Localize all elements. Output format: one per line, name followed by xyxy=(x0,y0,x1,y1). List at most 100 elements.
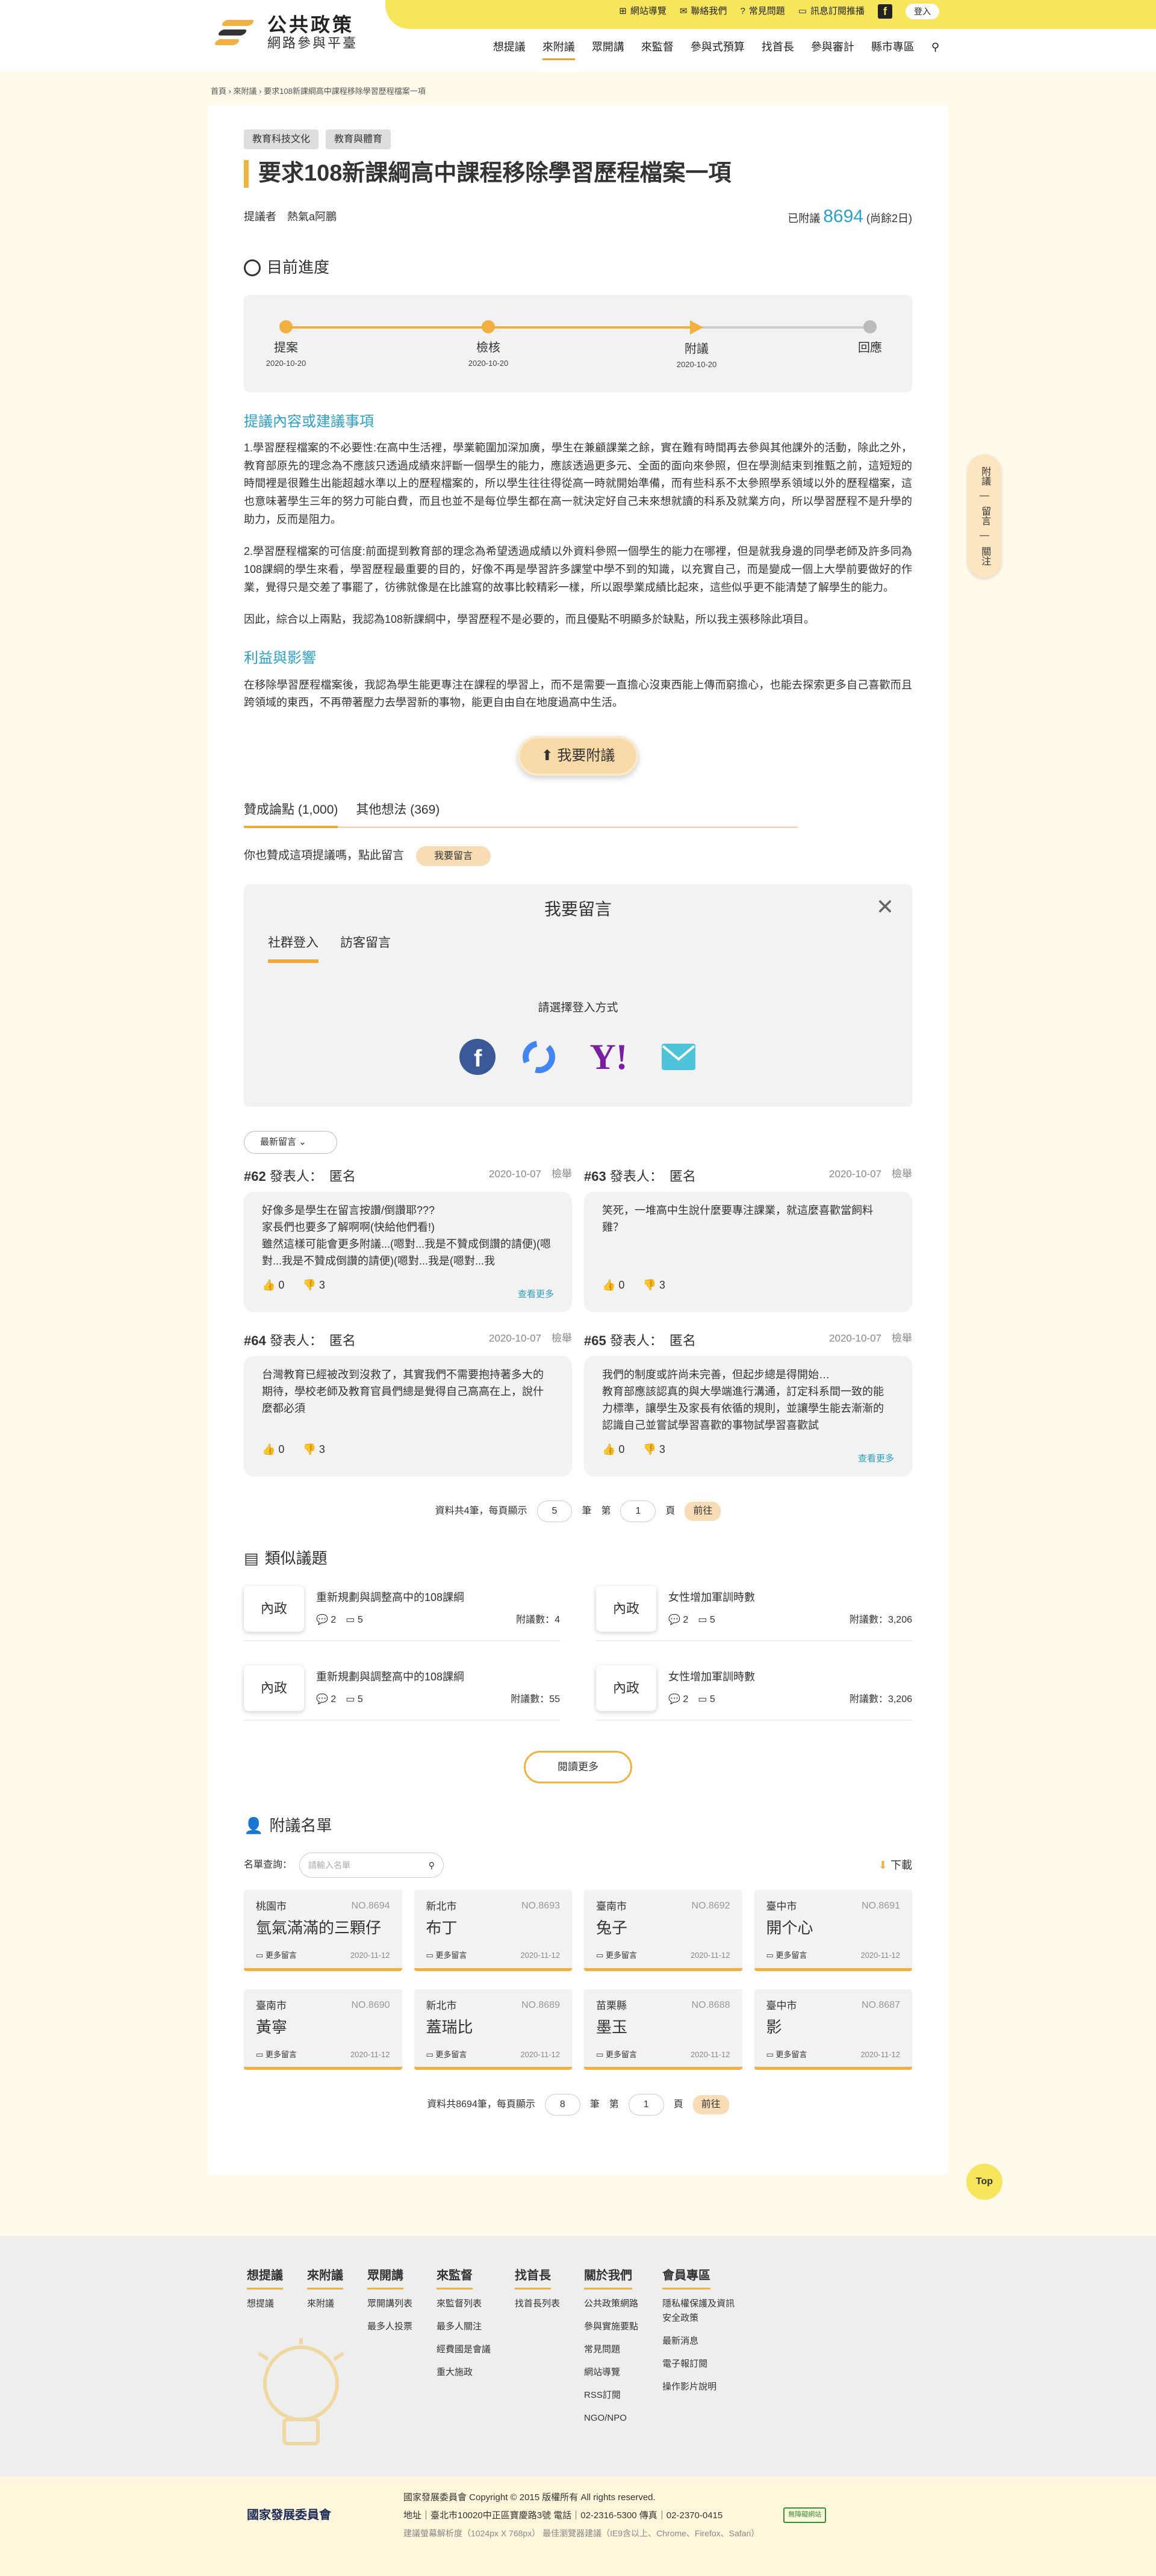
util-sitemap-link[interactable]: ⊞ 網站導覽 xyxy=(619,4,667,19)
dislike-button[interactable]: 👎 3 xyxy=(302,1277,325,1294)
footer-link[interactable]: NGO/NPO xyxy=(584,2411,638,2426)
breadcrumb[interactable]: 首頁 › 來附議 › 要求108新課綱高中課程移除學習歷程檔案一項 xyxy=(211,72,945,105)
nav-budget[interactable]: 參與式預算 xyxy=(691,39,745,60)
nav-mayor[interactable]: 找首長 xyxy=(762,39,794,60)
ndc-logo[interactable]: 國家發展委員會 xyxy=(247,2506,379,2525)
side-endorse[interactable]: 附議 xyxy=(978,466,991,486)
page-size-select[interactable]: 5 xyxy=(536,1500,573,1523)
footer-link[interactable]: 找首長列表 xyxy=(515,2297,560,2311)
nav-county[interactable]: 縣市專區 xyxy=(871,39,915,60)
signer-grid: 桃園市 NO.8694 氫氣滿滿的三顆仔 ▭ 更多留言 2020-11-12 新北市 NO… xyxy=(244,1890,912,2070)
similar-item[interactable]: 內政 重新規劃與調整高中的108課綱 💬 2 ▭ 5 附議數：55 xyxy=(244,1665,560,1721)
dislike-button[interactable]: 👎 3 xyxy=(642,1277,665,1294)
download-button[interactable]: ⬇ 下載 xyxy=(878,1857,912,1874)
signer-search-input[interactable]: 請輸入名單 ⚲ xyxy=(299,1853,444,1878)
similar-item[interactable]: 內政 女性增加軍訓時數 💬 2 ▭ 5 附議數：3,206 xyxy=(596,1665,912,1721)
go-button[interactable]: 前往 xyxy=(685,1502,721,1522)
email-login-icon[interactable] xyxy=(657,1035,700,1079)
footer-link[interactable]: 想提議 xyxy=(247,2297,283,2311)
signer-card: 桃園市 NO.8694 氫氣滿滿的三顆仔 ▭ 更多留言 2020-11-12 xyxy=(244,1890,402,1971)
page-input[interactable]: 1 xyxy=(628,2094,664,2116)
footer-link[interactable]: 來監督列表 xyxy=(437,2297,491,2311)
nav-propose[interactable]: 想提議 xyxy=(493,39,526,60)
more-comment-link[interactable]: ▭ 更多留言 xyxy=(256,1949,297,1962)
more-comment-link[interactable]: ▭ 更多留言 xyxy=(426,1949,467,1962)
similar-list: 內政 重新規劃與調整高中的108課綱 💬 2 ▭ 5 附議數：4 內政 女性增加軍訓時數… xyxy=(244,1585,912,1721)
search-icon[interactable]: ⚲ xyxy=(931,39,939,60)
footer-link[interactable]: 最多人關注 xyxy=(437,2320,491,2334)
sort-select[interactable]: 最新留言 ⌄ xyxy=(244,1131,337,1154)
read-more-button[interactable]: 閱讀更多 xyxy=(524,1750,632,1783)
footer-link[interactable]: 參與實施要點 xyxy=(584,2320,638,2334)
tab-support[interactable]: 贊成論點 (1,000) xyxy=(244,800,338,828)
footer-link[interactable]: 重大施政 xyxy=(437,2365,491,2380)
yahoo-login-icon[interactable]: Y! xyxy=(579,1035,639,1079)
nav-audit[interactable]: 參與審計 xyxy=(811,39,854,60)
facebook-icon[interactable]: f xyxy=(878,4,892,19)
page-input[interactable]: 1 xyxy=(620,1500,656,1523)
read-more-link[interactable]: 查看更多 xyxy=(518,1287,554,1301)
footer-link[interactable]: 眾開講列表 xyxy=(367,2297,412,2311)
google-login-icon[interactable] xyxy=(517,1035,561,1079)
like-button[interactable]: 👍 0 xyxy=(602,1277,624,1294)
footer-link[interactable]: RSS訂閱 xyxy=(584,2388,638,2403)
tab-social-login[interactable]: 社群登入 xyxy=(268,933,319,963)
similar-item[interactable]: 內政 重新規劃與調整高中的108課綱 💬 2 ▭ 5 附議數：4 xyxy=(244,1585,560,1641)
side-comment[interactable]: 留言 xyxy=(978,506,991,525)
close-icon[interactable]: ✕ xyxy=(876,896,894,918)
page-size-select[interactable]: 8 xyxy=(544,2094,580,2116)
footer-link[interactable]: 操作影片說明 xyxy=(662,2380,735,2394)
footer-link[interactable]: 最多人投票 xyxy=(367,2320,412,2334)
dislike-button[interactable]: 👎 3 xyxy=(302,1441,325,1458)
tab-guest-comment[interactable]: 訪客留言 xyxy=(340,933,391,963)
report-link[interactable]: 檢舉 xyxy=(892,1168,912,1180)
like-button[interactable]: 👍 0 xyxy=(262,1441,284,1458)
report-link[interactable]: 檢舉 xyxy=(552,1333,572,1344)
back-to-top-button[interactable]: Top xyxy=(966,2164,1002,2200)
comment-text: 台灣教育已經被改到沒救了，其實我們不需要抱持著多大的期待，學校老師及教育官員們總… xyxy=(262,1369,544,1415)
footer-link[interactable]: 常見問題 xyxy=(584,2342,638,2357)
footer-link[interactable]: 來附議 xyxy=(307,2297,343,2311)
util-faq-link[interactable]: ? 常見問題 xyxy=(740,4,785,19)
more-comment-link[interactable]: ▭ 更多留言 xyxy=(256,2049,297,2061)
login-button[interactable]: 登入 xyxy=(906,4,939,20)
like-button[interactable]: 👍 0 xyxy=(262,1277,284,1294)
like-button[interactable]: 👍 0 xyxy=(602,1441,624,1458)
footer-link[interactable]: 隱私權保護及資訊安全政策 xyxy=(662,2297,735,2326)
nav-discuss[interactable]: 眾開講 xyxy=(592,39,624,60)
more-comment-link[interactable]: ▭ 更多留言 xyxy=(596,1949,637,1962)
more-comment-link[interactable]: ▭ 更多留言 xyxy=(766,1949,807,1962)
read-more-link[interactable]: 查看更多 xyxy=(858,1452,894,1466)
more-comment-link[interactable]: ▭ 更多留言 xyxy=(596,2049,637,2061)
util-subscribe-link[interactable]: ▭ 訊息訂閱推播 xyxy=(798,4,865,19)
endorse-remaining: (尚餘2日) xyxy=(866,212,912,224)
tab-other[interactable]: 其他想法 (369) xyxy=(356,800,440,820)
side-follow[interactable]: 關注 xyxy=(978,546,991,566)
comment-list: #62 發表人： 匿名 2020-10-07 檢舉 好像多是學生在留言按讚/倒讚耶… xyxy=(244,1166,912,1477)
nav-monitor[interactable]: 來監督 xyxy=(641,39,674,60)
similar-item[interactable]: 內政 女性增加軍訓時數 💬 2 ▭ 5 附議數：3,206 xyxy=(596,1585,912,1641)
tag[interactable]: 教育與體育 xyxy=(326,129,391,150)
more-comment-link[interactable]: ▭ 更多留言 xyxy=(426,2049,467,2061)
footer-link[interactable]: 網站導覽 xyxy=(584,2365,638,2380)
endorse-button[interactable]: ⬆ 我要附議 xyxy=(518,735,638,776)
browser-note: 建議螢幕解析度（1024px X 768px） 最佳瀏覽器建議（IE9含以上、C… xyxy=(403,2528,760,2539)
tag[interactable]: 教育科技文化 xyxy=(244,129,319,150)
footer-link[interactable]: 公共政策網路 xyxy=(584,2297,638,2311)
footer-link[interactable]: 最新消息 xyxy=(662,2334,735,2348)
accessibility-badge[interactable]: 無障礙網站 xyxy=(783,2507,827,2523)
more-comment-link[interactable]: ▭ 更多留言 xyxy=(766,2049,807,2061)
report-link[interactable]: 檢舉 xyxy=(552,1168,572,1180)
leave-comment-button[interactable]: 我要留言 xyxy=(416,846,491,867)
footer-link[interactable]: 經費國是會議 xyxy=(437,2342,491,2357)
go-button[interactable]: 前往 xyxy=(692,2095,729,2115)
site-logo[interactable]: 公共政策 網路參與平臺 xyxy=(213,14,358,52)
facebook-login-icon[interactable]: f xyxy=(456,1035,499,1079)
util-contact-link[interactable]: ✉ 聯絡我們 xyxy=(680,4,727,19)
search-icon[interactable]: ⚲ xyxy=(429,1859,435,1872)
report-link[interactable]: 檢舉 xyxy=(892,1333,912,1344)
footer-col: 來監督 來監督列表 最多人關注 經費國是會議 重大施政 xyxy=(437,2266,491,2434)
dislike-button[interactable]: 👎 3 xyxy=(642,1441,665,1458)
footer-link[interactable]: 電子報訂閱 xyxy=(662,2357,735,2371)
nav-endorse[interactable]: 來附議 xyxy=(542,39,575,60)
